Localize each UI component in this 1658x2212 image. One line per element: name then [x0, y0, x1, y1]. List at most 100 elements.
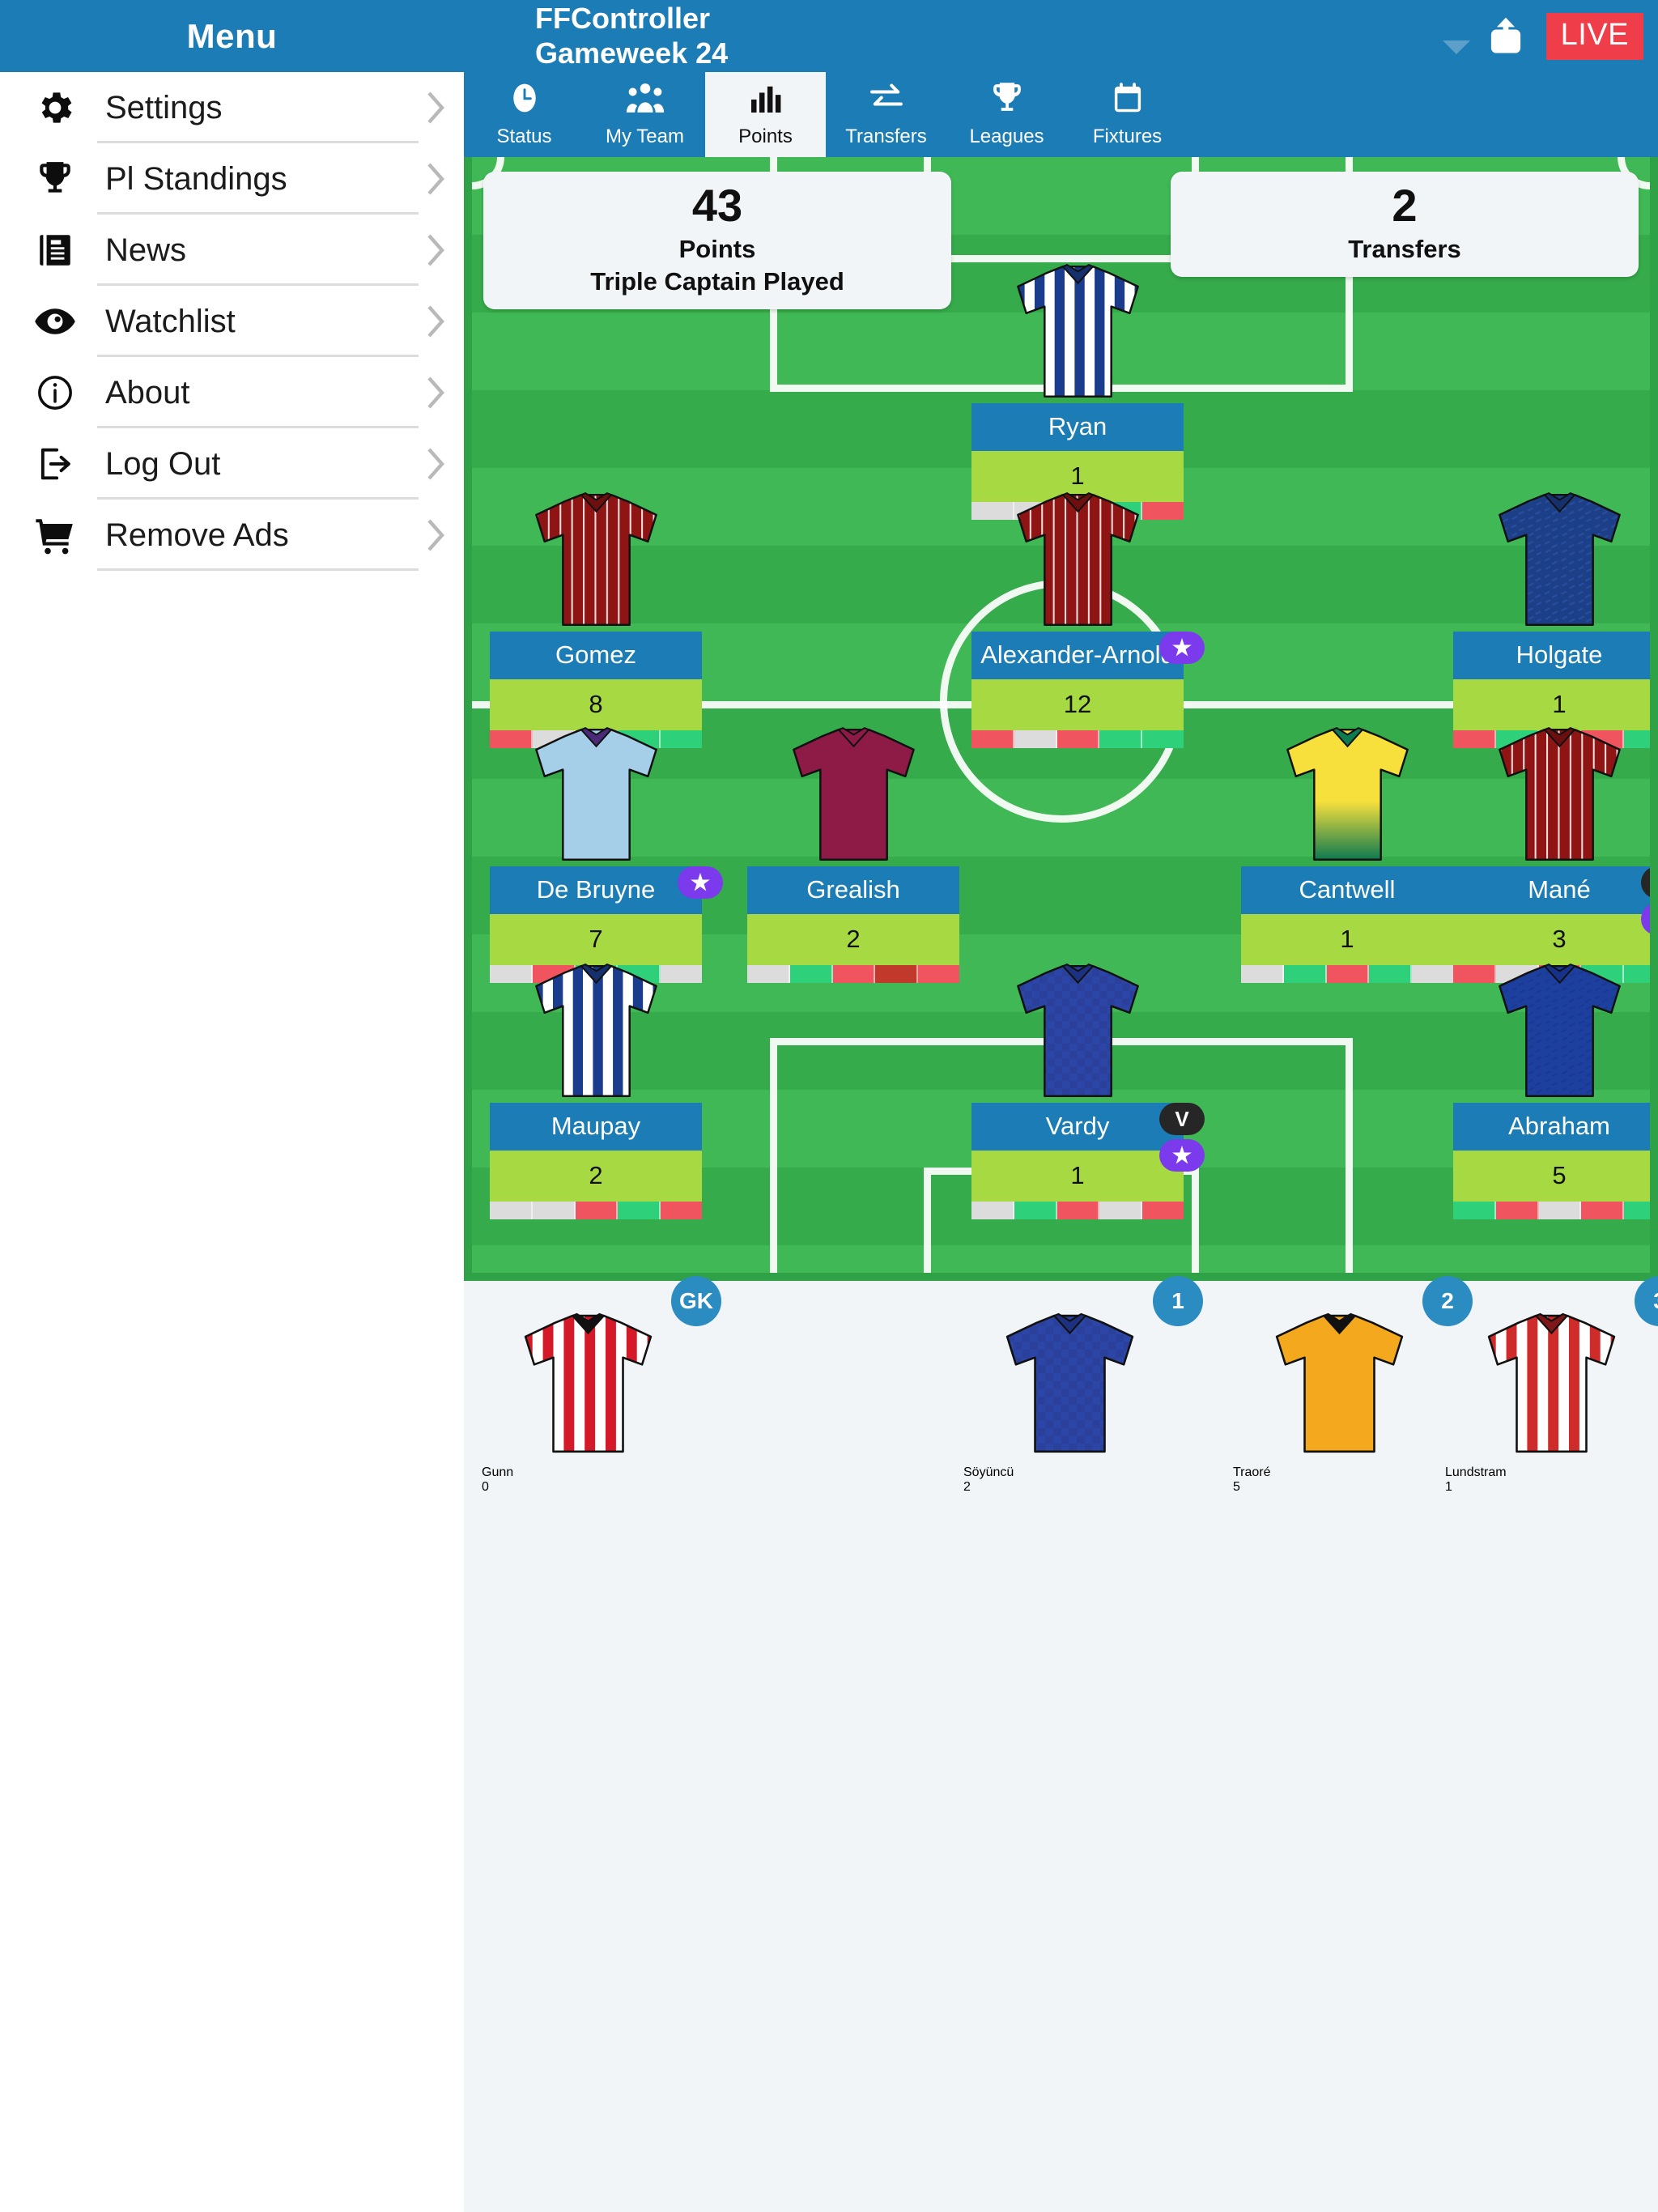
- bench: GK Gunn01 Söyüncü22 Traoré53 Lundstram1: [464, 1276, 1658, 1580]
- fixture-cell: [1369, 965, 1413, 983]
- chevron-down-icon[interactable]: [1442, 40, 1470, 54]
- app-root: Menu Settings Pl Standings News Watchlis…: [0, 0, 1658, 2212]
- chevron-right-icon: [407, 304, 464, 339]
- player-name: Gomez: [490, 632, 702, 679]
- kit-shirt-icon: [490, 481, 702, 632]
- player-points: 1: [1445, 1480, 1452, 1494]
- kit-shirt-icon: [1233, 1289, 1445, 1465]
- tab-label: My Team: [606, 125, 684, 147]
- fixture-cell: [875, 965, 919, 983]
- sidebar-title: Menu: [186, 16, 278, 55]
- player-points: 2: [963, 1480, 971, 1494]
- player-card[interactable]: Grealish 2: [747, 716, 959, 983]
- fixture-cell: [971, 1202, 1014, 1219]
- tab-fixtures[interactable]: Fixtures: [1067, 72, 1188, 157]
- fixture-difficulty-strip: [971, 1202, 1184, 1219]
- transfers-summary-card[interactable]: 2 Transfers: [1171, 172, 1639, 277]
- star-badge: ★: [1641, 903, 1650, 935]
- player-badges: ★: [678, 866, 723, 899]
- vice-captain-badge: V: [1159, 1103, 1205, 1135]
- bench-player-card[interactable]: GK Gunn 0: [482, 1276, 721, 1495]
- live-badge[interactable]: LIVE: [1545, 12, 1643, 60]
- news-icon: [24, 230, 86, 270]
- transfers-label: Transfers: [1348, 235, 1461, 263]
- player-card[interactable]: Gomez 8: [490, 481, 702, 748]
- player-card[interactable]: ★ De Bruyne 7: [490, 716, 723, 983]
- chevron-right-icon: [407, 446, 464, 482]
- chevron-right-icon: [407, 232, 464, 268]
- tab-label: Transfers: [845, 125, 927, 147]
- fixture-cell: [1142, 730, 1184, 748]
- player-name: Mané: [1453, 866, 1650, 914]
- fixture-difficulty-strip: [1453, 1202, 1650, 1219]
- fixture-cell: [1538, 1202, 1582, 1219]
- kit-shirt-icon: [1241, 716, 1453, 866]
- sidebar-item-label: Pl Standings: [105, 160, 287, 197]
- player-name: Holgate: [1453, 632, 1650, 679]
- bench-position-badge: 2: [1422, 1276, 1473, 1326]
- player-card[interactable]: ★ Alexander-Arnold 12: [971, 481, 1205, 748]
- points-summary-card[interactable]: 43 Points Triple Captain Played: [483, 172, 951, 309]
- sidebar-item-settings[interactable]: Settings: [0, 72, 464, 143]
- sidebar-item-label: About: [105, 374, 190, 410]
- tab-transfers[interactable]: Transfers: [826, 72, 946, 157]
- fixture-cell: [747, 965, 790, 983]
- fixture-cell: [575, 1202, 619, 1219]
- fixture-cell: [661, 1202, 702, 1219]
- kit-shirt-icon: [1453, 716, 1650, 866]
- player-card[interactable]: Holgate 1: [1453, 481, 1650, 748]
- share-icon[interactable]: [1477, 7, 1535, 66]
- sidebar-item-label: Watchlist: [105, 303, 236, 339]
- fixture-cell: [1495, 1202, 1539, 1219]
- sidebar-item-about[interactable]: About: [0, 357, 464, 428]
- player-name: Grealish: [747, 866, 959, 914]
- player-card[interactable]: V ★ Vardy 1: [971, 952, 1205, 1219]
- bench-player-card[interactable]: 2 Traoré 5: [1233, 1276, 1473, 1495]
- tab-leagues[interactable]: Leagues: [946, 72, 1067, 157]
- sidebar-menu: Settings Pl Standings News Watchlist Abo…: [0, 72, 464, 571]
- bench-players: GK Gunn01 Söyüncü22 Traoré53 Lundstram1: [464, 1276, 1658, 1580]
- fixture-cell: [490, 1202, 533, 1219]
- kit-shirt-icon: [971, 481, 1184, 632]
- sidebar-item-pl-standings[interactable]: Pl Standings: [0, 143, 464, 215]
- player-name: Cantwell: [1241, 866, 1453, 914]
- player-name: Söyüncü: [963, 1465, 1014, 1479]
- cart-icon: [24, 513, 86, 557]
- tab-status[interactable]: Status: [464, 72, 585, 157]
- player-badges: ★: [1159, 632, 1205, 664]
- fixture-cell: [918, 965, 959, 983]
- bench-player-card[interactable]: 1 Söyüncü 2: [963, 1276, 1203, 1495]
- player-card[interactable]: Abraham 5: [1453, 952, 1650, 1219]
- sidebar-item-remove-ads[interactable]: Remove Ads: [0, 500, 464, 571]
- kit-shirt-icon: [1445, 1289, 1657, 1465]
- bench-player-card[interactable]: 3 Lundstram1: [1445, 1276, 1658, 1495]
- sidebar-item-watchlist[interactable]: Watchlist: [0, 286, 464, 357]
- player-points: 5: [1233, 1480, 1240, 1494]
- info-icon: [24, 372, 86, 413]
- captain-badge: C: [1641, 866, 1650, 899]
- player-card[interactable]: Maupay 2: [490, 952, 702, 1219]
- sidebar-item-log-out[interactable]: Log Out: [0, 428, 464, 500]
- kit-shirt-icon: [971, 952, 1184, 1103]
- chevron-right-icon: [407, 375, 464, 410]
- fixture-cell: [1581, 1202, 1625, 1219]
- chevron-right-icon: [407, 90, 464, 125]
- calendar-icon: [1109, 76, 1146, 118]
- player-name: Vardy: [971, 1103, 1184, 1151]
- kit-shirt-icon: [1453, 481, 1650, 632]
- tab-points[interactable]: Points: [705, 72, 826, 157]
- pitch: 43 Points Triple Captain Played 2 Transf…: [464, 157, 1658, 1281]
- chip-note: Triple Captain Played: [590, 267, 844, 296]
- clock-icon: [507, 76, 542, 118]
- player-points: 1: [1241, 914, 1453, 965]
- player-card[interactable]: Cantwell 1: [1241, 716, 1453, 983]
- player-card[interactable]: C★Mané3: [1453, 716, 1650, 983]
- sidebar-item-news[interactable]: News: [0, 215, 464, 286]
- star-badge: ★: [1159, 1139, 1205, 1172]
- tab-my-team[interactable]: My Team: [585, 72, 705, 157]
- six-yard-box-top: [923, 157, 1199, 262]
- player-name: Lundstram: [1445, 1465, 1507, 1479]
- player-card[interactable]: Ryan 1: [971, 253, 1184, 520]
- tab-label: Fixtures: [1092, 125, 1163, 147]
- fixture-difficulty-strip: [747, 965, 959, 983]
